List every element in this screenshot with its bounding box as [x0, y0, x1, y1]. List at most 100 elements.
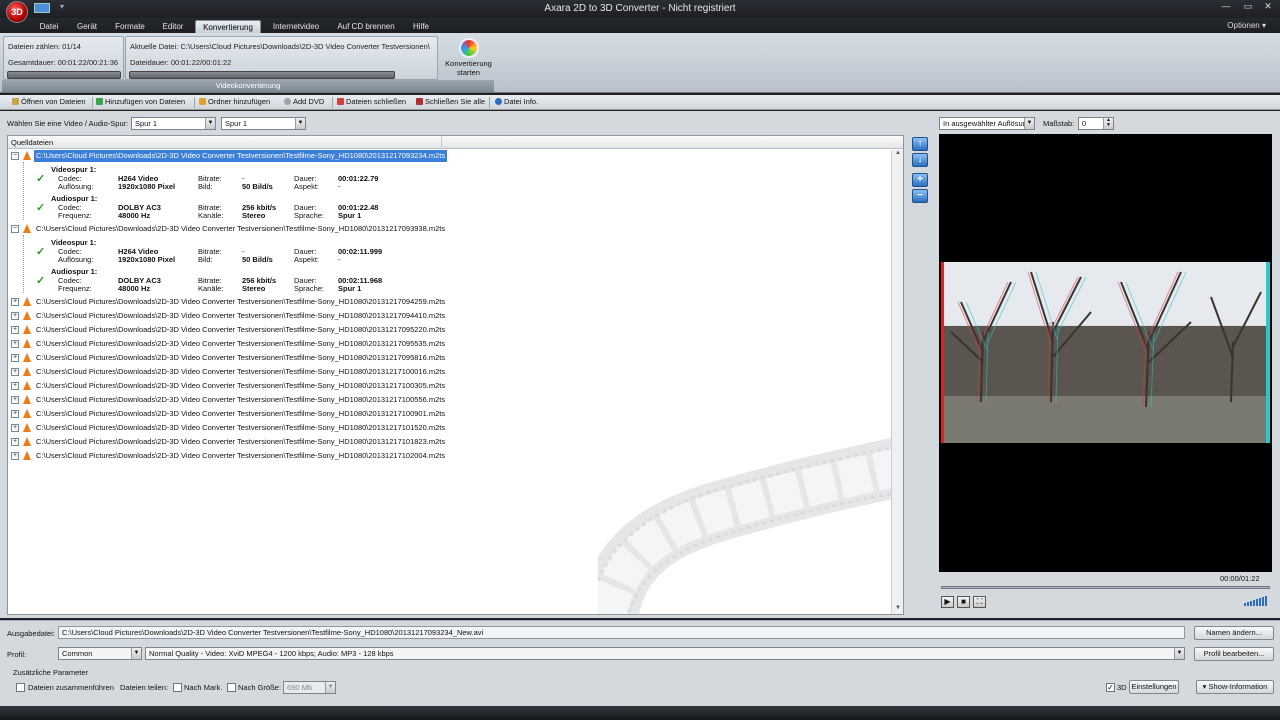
total-duration: Gesamtdauer: 00:01:22/00:21:36 — [8, 58, 119, 67]
video-track-title: Videospur 1: — [51, 238, 97, 247]
audio-ok-icon: ✓ — [36, 202, 46, 214]
tab-datei[interactable]: Datei — [32, 20, 66, 33]
add-dvd-button[interactable]: Add DVD — [284, 97, 324, 106]
vlc-cone-icon — [23, 311, 31, 320]
close-icon[interactable]: ✕ — [1256, 0, 1280, 14]
remove-button[interactable]: − — [912, 189, 928, 203]
expand-icon[interactable]: + — [11, 424, 19, 432]
vlc-cone-icon — [23, 339, 31, 348]
scroll-up-icon[interactable]: ▲ — [892, 150, 903, 160]
start-conversion-label-1: Konvertierung — [445, 59, 492, 68]
minimize-icon[interactable]: — — [1214, 0, 1238, 14]
close-files-button[interactable]: Dateien schließen — [337, 97, 406, 106]
source-file-list[interactable]: Quelldateien ▲ ▼ − C:\Users\Cloud Picture… — [7, 135, 904, 615]
show-information-button[interactable]: ▾ Show-Information — [1196, 680, 1274, 694]
quality-select[interactable]: Normal Quality - Video: XviD MPEG4 - 120… — [145, 647, 1185, 660]
seek-slider[interactable] — [941, 586, 1270, 589]
video-ok-icon: ✓ — [36, 246, 46, 258]
audio-track-select[interactable]: Spur 1 ▼ — [221, 117, 306, 130]
resolution-label: Auflösung: — [58, 182, 94, 191]
profile-select[interactable]: Common ▼ — [58, 647, 142, 660]
open-files-button[interactable]: Öffnen von Dateien — [12, 97, 86, 106]
expand-icon[interactable]: + — [11, 438, 19, 446]
fullscreen-button[interactable]: ⛶ — [973, 596, 986, 608]
options-menu[interactable]: Optionen ▾ — [1227, 21, 1266, 30]
stop-button[interactable]: ■ — [957, 596, 970, 608]
tab-internetvideo[interactable]: Internetvideo — [266, 20, 326, 33]
collapse-icon[interactable]: − — [11, 225, 19, 233]
expand-icon[interactable]: + — [11, 340, 19, 348]
expand-icon[interactable]: + — [11, 354, 19, 362]
file-info-button[interactable]: Datei Info. — [495, 97, 538, 106]
ribbon-group-label: Videokonvertierung — [2, 80, 494, 92]
frequency-label: Frequenz: — [58, 284, 92, 293]
expand-icon[interactable]: + — [11, 368, 19, 376]
split-by-size-checkbox[interactable] — [227, 683, 236, 692]
vlc-cone-icon — [23, 224, 31, 233]
file-path: C:\Users\Cloud Pictures\Downloads\2D-3D … — [36, 297, 446, 306]
tab-konvertierung[interactable]: Konvertierung — [195, 20, 261, 33]
minus-icon: − — [917, 190, 923, 201]
add-button[interactable]: + — [912, 173, 928, 187]
vlc-cone-icon — [23, 451, 31, 460]
expand-icon[interactable]: + — [11, 312, 19, 320]
tab-formate[interactable]: Formate — [108, 20, 152, 33]
show-information-label: Show-Information — [1208, 682, 1268, 691]
toolbar: Öffnen von Dateien Hinzufügen von Dateie… — [0, 95, 1280, 110]
add-files-label: Hinzufügen von Dateien — [105, 97, 186, 106]
close-files-label: Dateien schließen — [346, 97, 407, 106]
expand-icon[interactable]: + — [11, 298, 19, 306]
vlc-cone-icon — [23, 381, 31, 390]
rename-button[interactable]: Namen ändern... — [1194, 626, 1274, 640]
add-folder-button[interactable]: Ordner hinzufügen — [199, 97, 270, 106]
volume-icon[interactable] — [1244, 596, 1270, 606]
fps-label: Bild: — [198, 255, 213, 264]
file-path: C:\Users\Cloud Pictures\Downloads\2D-3D … — [36, 353, 446, 362]
close-all-button[interactable]: Schließen Sie alle — [416, 97, 485, 106]
split-size-select[interactable]: 690 Mb ▼ — [283, 681, 336, 694]
output-path-field[interactable]: C:\Users\Cloud Pictures\Downloads\2D-3D … — [58, 626, 1185, 639]
stepper-arrows-icon[interactable]: ▲ ▼ — [1103, 118, 1113, 129]
file-path: C:\Users\Cloud Pictures\Downloads\2D-3D … — [36, 325, 446, 334]
merge-files-checkbox[interactable] — [16, 683, 25, 692]
tab-editor[interactable]: Editor — [155, 20, 191, 33]
split-by-mark-checkbox[interactable] — [173, 683, 182, 692]
edit-profile-button[interactable]: Profil bearbeiten... — [1194, 647, 1274, 661]
frequency-value: 48000 Hz — [118, 284, 151, 293]
expand-icon[interactable]: + — [11, 326, 19, 334]
video-track-select[interactable]: Spur 1 ▼ — [131, 117, 216, 130]
list-scrollbar[interactable]: ▲ ▼ — [891, 150, 903, 614]
close-all-label: Schließen Sie alle — [425, 97, 486, 106]
move-up-button[interactable]: ↑ — [912, 137, 928, 151]
scroll-down-icon[interactable]: ▼ — [892, 605, 903, 614]
scale-stepper[interactable]: 0 ▲ ▼ — [1078, 117, 1114, 130]
preview-resolution-select[interactable]: In ausgewählter Auflösur ▼ — [939, 117, 1035, 130]
add-files-button[interactable]: Hinzufügen von Dateien — [96, 97, 185, 106]
vlc-cone-icon — [23, 325, 31, 334]
convert-icon — [458, 38, 479, 58]
expand-icon[interactable]: + — [11, 410, 19, 418]
start-conversion-button[interactable]: Konvertierung starten — [440, 34, 497, 81]
ribbon: Dateien zählen: 01/14 Gesamtdauer: 00:01… — [0, 33, 1280, 93]
settings-button[interactable]: Einstellungen — [1129, 680, 1179, 694]
additional-params-title: Zusätzliche Parameter — [13, 668, 89, 677]
fullscreen-icon: ⛶ — [976, 597, 983, 606]
tab-geraet[interactable]: Gerät — [70, 20, 104, 33]
tab-auf-cd-brennen[interactable]: Auf CD brennen — [332, 20, 400, 33]
column-divider[interactable] — [441, 136, 442, 149]
file-path: C:\Users\Cloud Pictures\Downloads\2D-3D … — [36, 381, 446, 390]
toolbar-separator — [332, 97, 333, 108]
collapse-icon[interactable]: − — [11, 152, 19, 160]
play-button[interactable]: ▶ — [941, 596, 954, 608]
file-progress-bar — [129, 71, 395, 79]
expand-icon[interactable]: + — [11, 396, 19, 404]
expand-icon[interactable]: + — [11, 382, 19, 390]
3d-checkbox[interactable]: ✓ — [1106, 683, 1115, 692]
app-logo[interactable]: 3D — [6, 1, 28, 23]
channels-value: Stereo — [242, 211, 266, 220]
open-files-label: Öffnen von Dateien — [21, 97, 86, 106]
expand-icon[interactable]: + — [11, 452, 19, 460]
vlc-cone-icon — [23, 353, 31, 362]
move-down-button[interactable]: ↓ — [912, 153, 928, 167]
tab-hilfe[interactable]: Hilfe — [406, 20, 436, 33]
